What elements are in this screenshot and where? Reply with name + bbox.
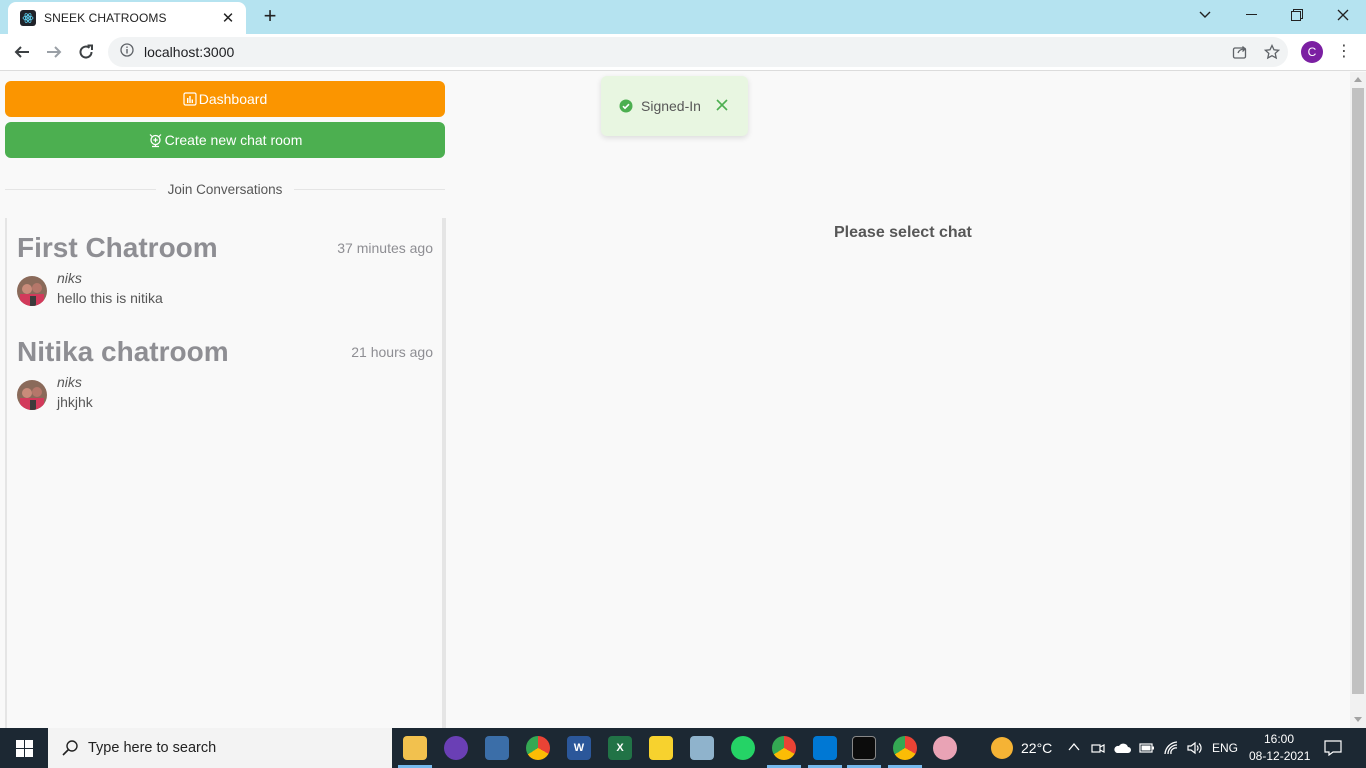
tab-search-icon[interactable] — [1182, 0, 1228, 30]
scroll-up-icon[interactable] — [1354, 77, 1362, 82]
chatroom-time: 21 hours ago — [351, 344, 433, 360]
browser-menu-icon[interactable]: ⋮ — [1336, 40, 1352, 64]
windows-start-icon[interactable] — [0, 728, 48, 768]
dashboard-button[interactable]: Dashboard — [5, 81, 445, 117]
success-check-icon — [619, 99, 633, 113]
chatroom-time: 37 minutes ago — [337, 240, 433, 256]
chrome-active-icon[interactable] — [893, 736, 917, 760]
scrollbar-thumb[interactable] — [1352, 88, 1364, 694]
chrome-profile-icon[interactable] — [772, 736, 796, 760]
vscode-icon[interactable] — [813, 736, 837, 760]
onedrive-icon[interactable] — [1113, 742, 1131, 754]
calculator-icon[interactable] — [485, 736, 509, 760]
file-explorer-icon[interactable] — [403, 736, 427, 760]
chatroom-author: niks — [57, 374, 82, 390]
reload-icon[interactable] — [72, 38, 100, 66]
browser-titlebar: SNEEK CHATROOMS ✕ + — [0, 0, 1366, 34]
bookmark-star-icon[interactable] — [1262, 42, 1282, 62]
new-tab-button[interactable]: + — [259, 5, 281, 27]
meet-icon[interactable] — [1091, 741, 1105, 755]
language-indicator[interactable]: ENG — [1212, 741, 1238, 755]
url-text: localhost:3000 — [144, 44, 235, 60]
chevron-up-icon[interactable] — [1068, 742, 1080, 752]
search-icon — [62, 740, 78, 756]
volume-icon[interactable] — [1186, 740, 1202, 756]
browser-tab[interactable]: SNEEK CHATROOMS ✕ — [8, 2, 246, 34]
wifi-icon[interactable] — [1163, 740, 1179, 756]
join-conversations-divider: Join Conversations — [5, 178, 445, 200]
terminal-icon[interactable] — [852, 736, 876, 760]
avatar — [17, 380, 47, 410]
avatar — [17, 276, 47, 306]
forward-icon[interactable] — [40, 38, 68, 66]
minimize-icon[interactable] — [1228, 0, 1274, 30]
dashboard-icon — [183, 92, 197, 106]
create-chat-room-button[interactable]: Create new chat room — [5, 122, 445, 158]
excel-icon[interactable]: X — [608, 736, 632, 760]
word-icon[interactable]: W — [567, 736, 591, 760]
taskbar-search-box[interactable]: Type here to search — [48, 728, 392, 768]
notepad-icon[interactable] — [690, 736, 714, 760]
notification-icon[interactable] — [1324, 740, 1342, 756]
divider-line — [5, 188, 156, 190]
chatroom-item[interactable]: Nitika chatroom 21 hours ago niks jhkjhk — [17, 336, 433, 416]
signed-in-toast: Signed-In — [601, 76, 748, 136]
react-icon — [20, 10, 36, 26]
close-tab-icon[interactable]: ✕ — [220, 9, 236, 27]
scroll-down-icon[interactable] — [1354, 717, 1362, 722]
page-scrollbar[interactable] — [1350, 72, 1366, 728]
back-icon[interactable] — [8, 38, 36, 66]
divider-line — [294, 188, 445, 190]
temperature-text: 22°C — [1021, 740, 1053, 756]
chatroom-item[interactable]: First Chatroom 37 minutes ago niks hello… — [17, 232, 433, 312]
battery-icon[interactable] — [1139, 742, 1155, 753]
paint-icon[interactable] — [933, 736, 957, 760]
close-window-icon[interactable] — [1320, 0, 1366, 30]
dashboard-label: Dashboard — [198, 91, 268, 107]
create-room-label: Create new chat room — [164, 132, 303, 148]
empty-chat-message: Please select chat — [834, 224, 972, 241]
chatroom-list: First Chatroom 37 minutes ago niks hello… — [5, 218, 446, 728]
app-icon[interactable] — [444, 736, 468, 760]
chatroom-author: niks — [57, 270, 82, 286]
info-icon[interactable] — [120, 42, 134, 62]
browser-toolbar: localhost:3000 C ⋮ — [0, 34, 1366, 71]
profile-avatar[interactable]: C — [1301, 41, 1323, 63]
chatroom-last-message: jhkjhk — [57, 394, 93, 410]
weather-icon[interactable] — [991, 737, 1013, 759]
clock-time[interactable]: 16:00 — [1264, 732, 1294, 746]
clock-date[interactable]: 08-12-2021 — [1249, 749, 1310, 763]
whatsapp-icon[interactable] — [731, 736, 755, 760]
share-icon[interactable] — [1230, 42, 1250, 62]
windows-taskbar: Type here to search W X 22°C ENG 16:00 0… — [0, 728, 1366, 768]
restore-icon[interactable] — [1274, 0, 1320, 30]
sticky-notes-icon[interactable] — [649, 736, 673, 760]
app-root: Dashboard Create new chat room Join Conv… — [0, 72, 1350, 728]
join-conversations-label: Join Conversations — [167, 181, 283, 197]
address-bar[interactable]: localhost:3000 — [108, 37, 1288, 67]
toast-close-icon[interactable] — [715, 98, 729, 112]
tab-title: SNEEK CHATROOMS — [44, 11, 167, 25]
chatroom-last-message: hello this is nitika — [57, 290, 163, 306]
chrome-icon[interactable] — [526, 736, 550, 760]
toast-message: Signed-In — [641, 98, 701, 114]
create-room-icon — [149, 133, 162, 147]
search-placeholder: Type here to search — [88, 740, 217, 756]
